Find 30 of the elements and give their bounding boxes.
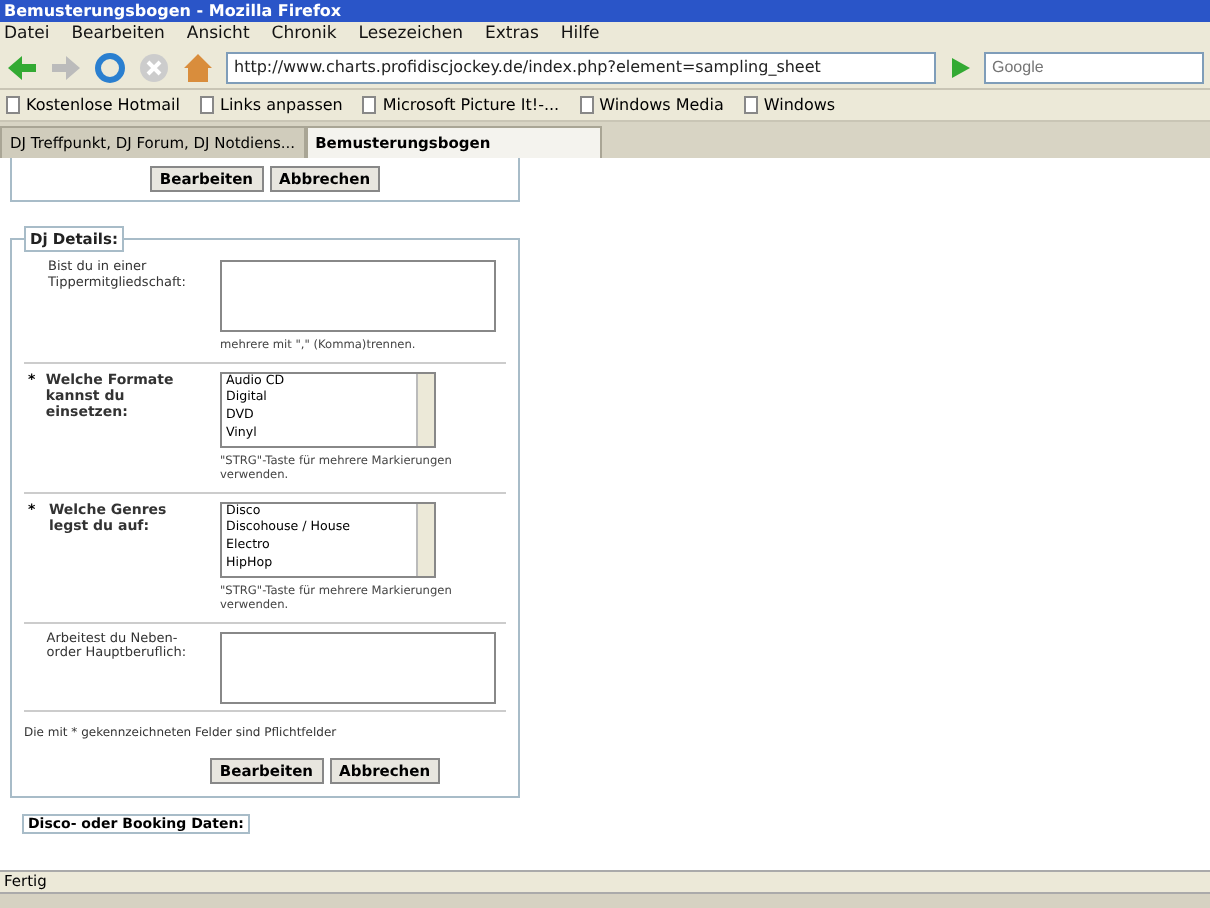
- menu-item[interactable]: Chronik: [271, 24, 337, 44]
- page-icon: [579, 96, 594, 114]
- menu-item[interactable]: Ansicht: [186, 24, 250, 44]
- scrollbar[interactable]: [416, 503, 434, 576]
- bookmark-link[interactable]: Windows Media: [579, 96, 724, 114]
- menu-item[interactable]: Lesezeichen: [358, 24, 464, 44]
- bookmark-link[interactable]: Microsoft Picture It!-...: [362, 96, 560, 114]
- menu-item[interactable]: Hilfe: [560, 24, 600, 44]
- address-field[interactable]: http://www.charts.profidiscjockey.de/index.php?element=sampling_sheet: [226, 51, 936, 83]
- menu-item[interactable]: Extras: [485, 24, 539, 44]
- search-field[interactable]: Google: [984, 51, 1204, 83]
- page-icon: [362, 96, 377, 114]
- page-icon: [743, 96, 758, 114]
- home-icon[interactable]: [182, 51, 214, 83]
- back-icon[interactable]: [6, 53, 38, 81]
- scrollbar[interactable]: [416, 373, 434, 446]
- bookmark-link[interactable]: Links anpassen: [199, 96, 343, 114]
- menu-item[interactable]: Datei: [4, 24, 50, 44]
- page-icon: [6, 96, 20, 114]
- menu-item[interactable]: Bearbeiten: [71, 24, 165, 44]
- page-icon: [199, 96, 214, 114]
- text-area[interactable]: [220, 631, 496, 704]
- forward-icon[interactable]: [50, 53, 82, 81]
- window-title: Bemusterungsbogen - Mozilla Firefox: [0, 0, 1210, 22]
- bookmark-link[interactable]: Windows: [743, 96, 836, 114]
- stop-icon[interactable]: [138, 51, 170, 83]
- go-icon[interactable]: [948, 55, 972, 79]
- bookmark-link[interactable]: Kostenlose Hotmail: [6, 96, 180, 114]
- reload-icon[interactable]: [94, 51, 126, 83]
- text-area[interactable]: [220, 260, 496, 332]
